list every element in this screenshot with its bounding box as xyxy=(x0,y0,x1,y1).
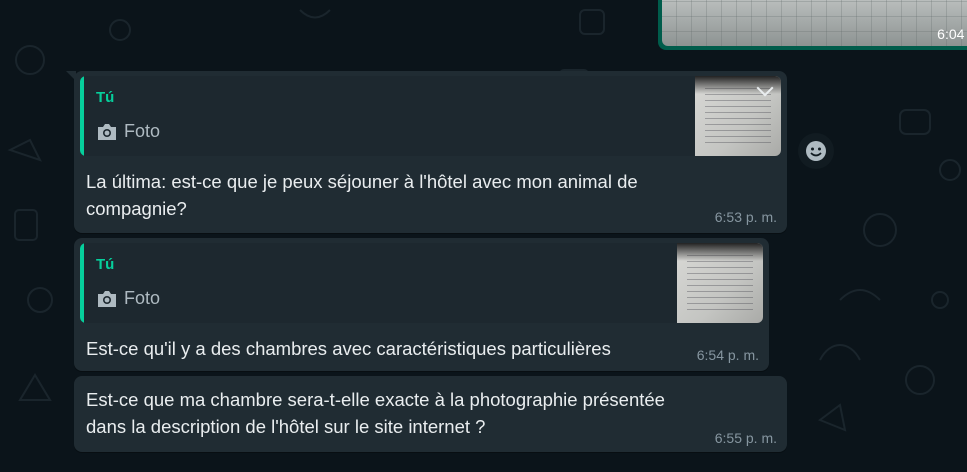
incoming-message-2[interactable]: Tú Foto Est-ce qu'il y a des chambres av… xyxy=(74,238,769,371)
message-text: La última: est-ce que je peux séjouner à… xyxy=(86,168,638,222)
incoming-message-1[interactable]: Tú Foto La última: est-ce que je peux sé… xyxy=(66,71,787,233)
quoted-message[interactable]: Tú Foto xyxy=(80,243,763,323)
message-time: 6:04 p. xyxy=(937,26,967,42)
emoji-icon xyxy=(806,141,826,161)
message-line: compagnie? xyxy=(86,198,187,219)
quote-author: Tú xyxy=(96,89,115,106)
outgoing-photo[interactable] xyxy=(662,0,967,46)
message-time: 6:54 p. m. xyxy=(696,347,759,363)
incoming-message-3[interactable]: Est-ce que ma chambre sera-t-elle exacte… xyxy=(74,376,787,452)
quote-thumbnail[interactable] xyxy=(677,243,763,323)
quote-bar xyxy=(80,76,84,156)
quote-type: Foto xyxy=(96,121,160,142)
quote-thumbnail[interactable] xyxy=(695,76,781,156)
quote-type-label: Foto xyxy=(124,288,161,308)
quote-bar xyxy=(80,243,84,323)
message-text: Est-ce que ma chambre sera-t-elle exacte… xyxy=(86,386,665,440)
quote-author: Tú xyxy=(96,256,115,273)
quote-type-label: Foto xyxy=(124,121,161,141)
message-line: Est-ce qu'il y a des chambres avec carac… xyxy=(86,338,611,359)
message-line: dans la description de l'hôtel sur le si… xyxy=(86,416,486,437)
message-line: La última: est-ce que je peux séjouner à… xyxy=(86,171,638,192)
message-time: 6:55 p. m. xyxy=(714,430,777,446)
outgoing-photo-message[interactable]: 6:04 p. xyxy=(658,0,967,50)
camera-icon xyxy=(98,123,116,140)
camera-icon xyxy=(98,290,116,307)
message-line: Est-ce que ma chambre sera-t-elle exacte… xyxy=(86,389,665,410)
emoji-reaction-button[interactable] xyxy=(798,133,834,169)
quote-type: Foto xyxy=(96,288,160,309)
message-text: Est-ce qu'il y a des chambres avec carac… xyxy=(86,335,611,362)
bubble-tail xyxy=(66,71,76,81)
quoted-message[interactable]: Tú Foto xyxy=(80,76,781,156)
message-time: 6:53 p. m. xyxy=(714,209,777,225)
